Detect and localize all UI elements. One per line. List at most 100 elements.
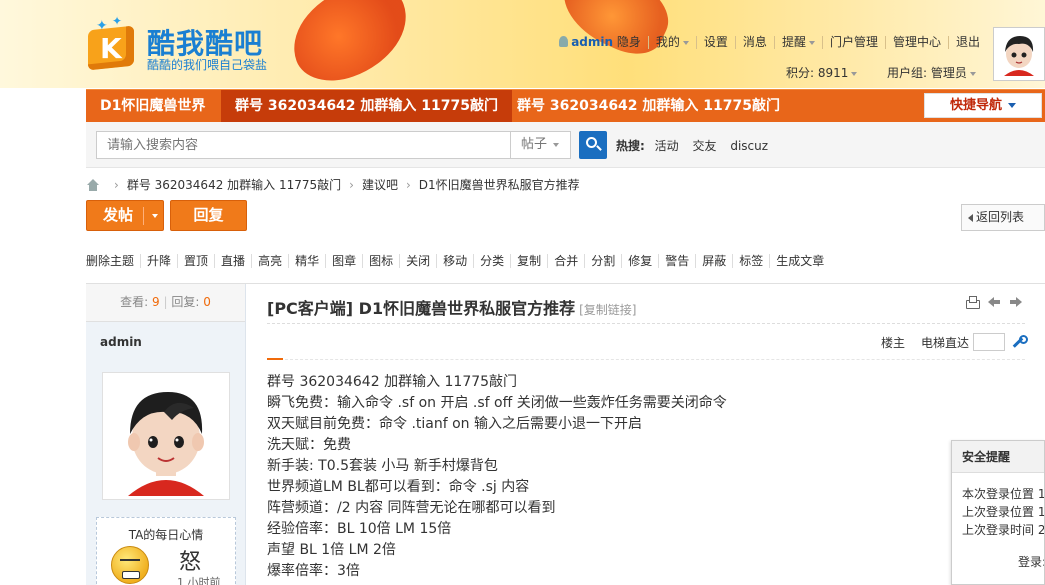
nav-tab-group-active[interactable]: 群号 362034642 加群输入 11775敲门 — [221, 90, 512, 122]
chevron-down-icon — [682, 40, 689, 45]
mood-word: 怒 — [179, 550, 202, 575]
post-main: [PC客户端] D1怀旧魔兽世界私服官方推荐 [复制链接] 楼主 电梯直达 群号 … — [247, 284, 1045, 585]
user-link[interactable]: admin 隐身 — [552, 36, 648, 49]
topnav-messages[interactable]: 消息 — [734, 36, 774, 49]
user-icon — [559, 36, 569, 47]
hot-item[interactable]: discuz — [730, 139, 768, 153]
divider — [285, 359, 1025, 360]
user-topnav: admin 隐身 我的 设置 消息 提醒 门户管理 管理中心 退出 — [552, 36, 987, 49]
author-name[interactable]: admin — [100, 335, 142, 349]
hot-item[interactable]: 活动 — [655, 139, 679, 153]
mod-action[interactable]: 置顶 — [177, 254, 214, 268]
breadcrumb: › 群号 362034642 加群输入 11775敲门 › 建议吧 › D1怀旧… — [86, 176, 580, 193]
thread-stats: 查看: 9 | 回复: 0 — [86, 284, 245, 322]
mod-action[interactable]: 警告 — [658, 254, 695, 268]
main-nav: D1怀旧魔兽世界 群号 362034642 加群输入 11775敲门 群号 36… — [86, 89, 1045, 122]
content-line: 洗天赋：免费 — [267, 437, 351, 453]
nav-tab-group[interactable]: 群号 362034642 加群输入 11775敲门 — [503, 90, 794, 122]
content-line: 声望 BL 1倍 LM 2倍 — [267, 542, 396, 558]
topnav-admin-center[interactable]: 管理中心 — [884, 36, 948, 49]
content-line: 世界频道LM BL都可以看到：命令 .sj 内容 — [267, 479, 530, 495]
mod-action[interactable]: 关闭 — [399, 254, 436, 268]
daily-mood-box: TA的每日心情 怒 1 小时前 — [96, 517, 236, 585]
mood-time: 1 小时前 — [177, 576, 221, 585]
chevron-down-icon — [969, 71, 976, 76]
post-content: 群号 362034642 加群输入 11775敲门 瞬飞免费：输入命令 .sf … — [267, 372, 727, 582]
search-bar: 帖子 热搜: 活动 交友 discuz — [86, 122, 1045, 168]
new-post-button[interactable]: 发帖 — [86, 200, 164, 231]
mod-action[interactable]: 分类 — [473, 254, 510, 268]
topnav-reminders[interactable]: 提醒 — [773, 36, 822, 49]
nav-tab-d1[interactable]: D1怀旧魔兽世界 — [86, 90, 219, 122]
invisible-toggle[interactable]: 隐身 — [617, 35, 641, 49]
reply-button[interactable]: 回复 — [170, 200, 247, 231]
mod-action[interactable]: 复制 — [510, 254, 547, 268]
security-title: 安全提醒 — [952, 441, 1044, 473]
breadcrumb-item[interactable]: D1怀旧魔兽世界私服官方推荐 — [419, 176, 580, 193]
maple-leaf-decoration — [550, 0, 680, 65]
views-count: 9 — [152, 295, 160, 309]
security-row: 上次登录时间 2 — [962, 523, 1045, 537]
home-icon[interactable] — [86, 178, 100, 191]
content-line: 阵营频道：/2 内容 同阵营无论在哪都可以看到 — [267, 500, 556, 516]
post-tools — [965, 296, 1023, 309]
security-login-link[interactable]: 登录: — [1018, 553, 1044, 570]
orange-mark — [267, 358, 283, 360]
points-dropdown[interactable]: 积分: 8911 — [786, 64, 858, 81]
maple-leaf-decoration — [279, 0, 421, 88]
print-icon[interactable] — [965, 296, 980, 309]
hot-item[interactable]: 交友 — [692, 139, 716, 153]
back-to-list-button[interactable]: 返回列表 — [961, 204, 1045, 231]
moderation-toolbar: 删除主题 升降 置顶 直播 高亮 精华 图章 图标 关闭 移动 分类 复制 合并… — [86, 254, 830, 268]
search-button[interactable] — [579, 131, 607, 159]
chevron-down-icon — [808, 40, 815, 45]
search-input[interactable] — [96, 131, 511, 159]
user-avatar[interactable] — [993, 27, 1045, 81]
star-icon: ✦ — [112, 14, 123, 28]
security-reminder-popup: 安全提醒 本次登录位置 1 上次登录位置 1 上次登录时间 2 登录: — [951, 440, 1045, 585]
breadcrumb-item[interactable]: 群号 362034642 加群输入 11775敲门 — [127, 176, 341, 193]
mod-action[interactable]: 生成文章 — [769, 254, 830, 268]
mod-action[interactable]: 合并 — [547, 254, 584, 268]
security-row: 本次登录位置 1 — [962, 487, 1045, 501]
mod-action[interactable]: 屏蔽 — [695, 254, 732, 268]
author-avatar[interactable] — [102, 372, 230, 500]
copy-link[interactable]: [复制链接] — [579, 303, 636, 317]
mod-action[interactable]: 删除主题 — [86, 254, 140, 268]
topnav-logout[interactable]: 退出 — [947, 36, 987, 49]
usergroup-dropdown[interactable]: 用户组: 管理员 — [887, 64, 976, 81]
topnav-portal-admin[interactable]: 门户管理 — [821, 36, 885, 49]
search-type-select[interactable]: 帖子 — [510, 131, 571, 159]
chevron-down-icon — [553, 142, 560, 147]
mod-action[interactable]: 移动 — [436, 254, 473, 268]
floor-jump-input[interactable] — [973, 333, 1005, 351]
content-line: 新手装: T0.5套装 小马 新手村爆背包 — [267, 458, 498, 474]
mod-action[interactable]: 标签 — [732, 254, 769, 268]
topnav-my[interactable]: 我的 — [647, 36, 696, 49]
content-line: 双天赋目前免费：命令 .tianf on 输入之后需要小退一下开启 — [267, 416, 642, 432]
content-line: 群号 362034642 加群输入 11775敲门 — [267, 374, 518, 390]
mod-action[interactable]: 图章 — [325, 254, 362, 268]
mod-action[interactable]: 高亮 — [251, 254, 288, 268]
content-line: 瞬飞免费：输入命令 .sf on 开启 .sf off 关闭做一些轰炸任务需要关… — [267, 395, 727, 411]
mod-action[interactable]: 图标 — [362, 254, 399, 268]
post-container: 查看: 9 | 回复: 0 admin TA的每日心情 怒 1 小时前 [PC客… — [86, 283, 1045, 585]
breadcrumb-item[interactable]: 建议吧 — [362, 176, 398, 193]
content-line: 爆率倍率：3倍 — [267, 563, 360, 579]
floor-owner: 楼主 — [880, 335, 905, 350]
topnav-settings[interactable]: 设置 — [695, 36, 735, 49]
mod-action[interactable]: 修复 — [621, 254, 658, 268]
quick-nav-button[interactable]: 快捷导航 — [924, 93, 1042, 118]
hot-search-label: 热搜: — [616, 139, 645, 153]
mod-action[interactable]: 直播 — [214, 254, 251, 268]
go-icon[interactable] — [1011, 335, 1028, 349]
mod-action[interactable]: 分割 — [584, 254, 621, 268]
replies-count: 0 — [203, 295, 211, 309]
mod-action[interactable]: 升降 — [140, 254, 177, 268]
prev-thread-icon[interactable] — [987, 296, 1001, 308]
next-thread-icon[interactable] — [1009, 296, 1023, 308]
divider — [267, 323, 1025, 324]
mod-action[interactable]: 精华 — [288, 254, 325, 268]
site-logo[interactable]: K ✦ ✦ — [86, 14, 138, 72]
security-row: 上次登录位置 1 — [962, 505, 1045, 519]
